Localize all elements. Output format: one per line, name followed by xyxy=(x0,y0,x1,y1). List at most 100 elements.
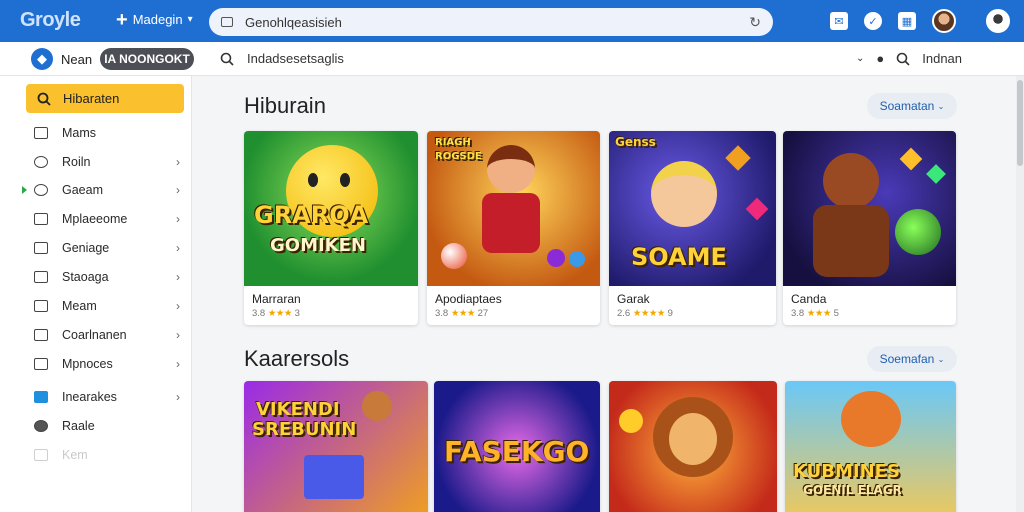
sidebar-item[interactable]: Roiln › xyxy=(34,151,184,173)
sidebar-item[interactable]: Raale xyxy=(34,415,184,437)
ball-icon xyxy=(441,243,467,269)
monster-icon xyxy=(895,209,941,255)
shield-icon[interactable]: ✓ xyxy=(864,12,882,30)
art-subtitle: GOENIL ELAGR xyxy=(803,483,902,497)
sidebar-item-label: Kem xyxy=(62,448,88,462)
character-head xyxy=(823,153,879,209)
chevron-right-icon: › xyxy=(176,328,180,342)
chevron-right-icon: › xyxy=(176,155,180,169)
art-title: KUBMINES xyxy=(793,461,900,482)
sidebar-item-label: Staoaga xyxy=(62,270,109,284)
address-bar[interactable]: Genohlqeasisieh ↻ xyxy=(209,8,773,36)
brand-pill-button[interactable]: IA NOONGOKT xyxy=(100,48,194,70)
game-artwork: RIAGH ROGSDE xyxy=(427,131,600,286)
game-artwork: Genss SOAME xyxy=(609,131,776,286)
sidebar-item[interactable]: Meam › xyxy=(34,295,184,317)
game-card[interactable]: Canda 3.8 ★★★ 5 xyxy=(783,131,956,325)
character-eye xyxy=(340,173,350,187)
sidebar: Hibaraten Mams Roiln › Gaeam › Mplaeeome › … xyxy=(0,76,192,512)
game-card[interactable] xyxy=(609,381,777,512)
game-card[interactable]: KUBMINES GOENIL ELAGR xyxy=(785,381,956,512)
building-icon xyxy=(34,358,48,370)
browser-logo[interactable]: Groyle xyxy=(20,9,81,32)
sidebar-item[interactable]: Mpnoces › xyxy=(34,353,184,375)
sidebar-item-label: Mams xyxy=(62,126,97,140)
fox-head xyxy=(841,391,901,447)
see-all-label: Soemafan xyxy=(879,352,935,366)
window-icon xyxy=(34,213,48,225)
app-header: ◆ Nean IA NOONGOKT Indadsesetsaglis ⌄ ● … xyxy=(0,42,1024,76)
circle-icon xyxy=(34,420,48,432)
chevron-icon[interactable]: ⌄ xyxy=(856,53,864,64)
new-tab-button[interactable]: + Madegin ▾ xyxy=(116,10,193,30)
chevron-down-icon: ⌄ xyxy=(937,354,945,364)
address-text[interactable]: Genohlqeasisieh xyxy=(245,15,749,30)
sidebar-item[interactable]: Kem xyxy=(34,444,184,466)
search-icon xyxy=(220,52,234,66)
art-subtitle: GOMIKEN xyxy=(270,235,366,256)
card-title: Marraran xyxy=(252,292,301,306)
game-card[interactable]: FASEKGO xyxy=(434,381,600,512)
scrollbar-thumb[interactable] xyxy=(1017,80,1023,166)
header-right-label[interactable]: Indnan xyxy=(922,51,962,66)
sidebar-item-label: Roiln xyxy=(62,155,91,169)
sidebar-item-label: Mplaeeome xyxy=(62,212,128,226)
card-title: Canda xyxy=(791,292,827,306)
rating-value: 3.8 xyxy=(435,308,449,319)
active-indicator xyxy=(22,186,27,194)
character-body xyxy=(813,205,889,277)
profile-avatar[interactable] xyxy=(932,9,956,33)
browser-toolbar: Groyle + Madegin ▾ Genohlqeasisieh ↻ ✉ ✓… xyxy=(0,0,1024,42)
chevron-right-icon: › xyxy=(176,357,180,371)
gem-icon xyxy=(725,145,751,171)
search-text[interactable]: Indadsesetsaglis xyxy=(247,51,344,66)
sidebar-item-label: Mpnoces xyxy=(62,357,113,371)
folder-icon xyxy=(34,242,48,254)
star-icon: ★★★ xyxy=(450,308,476,319)
game-card[interactable]: GRARQA GOMIKEN Marraran 3.8 ★★★ 3 xyxy=(244,131,418,325)
card-rating: 3.8 ★★★ 3 xyxy=(252,308,300,319)
sidebar-item[interactable]: Geniage › xyxy=(34,237,184,259)
game-card[interactable]: VIKENDI SREBUNIN xyxy=(244,381,428,512)
see-all-button[interactable]: Soamatan ⌄ xyxy=(867,93,957,119)
game-card[interactable]: RIAGH ROGSDE Apodiaptaes 3.8 ★★★ 27 xyxy=(427,131,600,325)
mail-icon[interactable]: ✉ xyxy=(830,12,848,30)
see-all-label: Soamatan xyxy=(879,99,935,113)
briefcase-icon xyxy=(34,391,48,403)
card-title: Apodiaptaes xyxy=(435,292,502,306)
chevron-right-icon: › xyxy=(176,390,180,404)
game-artwork xyxy=(783,131,956,286)
character-head xyxy=(651,161,717,227)
chevron-right-icon: › xyxy=(176,299,180,313)
reload-icon[interactable]: ↻ xyxy=(749,14,761,31)
art-title: FASEKGO xyxy=(444,435,590,468)
gem-icon xyxy=(547,249,565,267)
new-tab-label: Madegin xyxy=(132,12,183,27)
sidebar-item[interactable]: Staoaga › xyxy=(34,266,184,288)
sidebar-item[interactable]: Mplaeeome › xyxy=(34,208,184,230)
bookmark-icon[interactable]: ▦ xyxy=(898,12,916,30)
art-subtitle: ROGSDE xyxy=(435,151,482,162)
see-all-button[interactable]: Soemafan ⌄ xyxy=(867,346,957,372)
search-field[interactable]: Indadsesetsaglis xyxy=(220,51,344,66)
brand-name: Nean xyxy=(61,52,93,67)
game-card[interactable]: Genss SOAME Garak 2.6 ★★★★ 9 xyxy=(609,131,776,325)
game-artwork: KUBMINES GOENIL ELAGR xyxy=(785,381,956,512)
sidebar-item-label: Meam xyxy=(62,299,97,313)
brand-logo-icon[interactable]: ◆ xyxy=(31,48,53,70)
account-avatar[interactable] xyxy=(986,9,1010,33)
search-icon[interactable] xyxy=(896,52,910,66)
globe-icon xyxy=(34,184,48,196)
chevron-down-icon: ⌄ xyxy=(937,101,945,111)
sidebar-item-active[interactable]: Hibaraten xyxy=(26,84,184,113)
card-rating: 3.8 ★★★ 5 xyxy=(791,308,839,319)
bag-icon xyxy=(34,271,48,283)
sidebar-item[interactable]: Coarlnanen › xyxy=(34,324,184,346)
art-title: VIKENDI xyxy=(256,399,340,420)
rating-count: 3 xyxy=(294,308,300,319)
sidebar-item[interactable]: Mams xyxy=(34,122,184,144)
chat-icon[interactable]: ● xyxy=(876,51,884,66)
sidebar-item[interactable]: Gaeam › xyxy=(34,179,184,201)
page-icon xyxy=(221,17,233,27)
sidebar-item[interactable]: Inearakes › xyxy=(34,386,184,408)
